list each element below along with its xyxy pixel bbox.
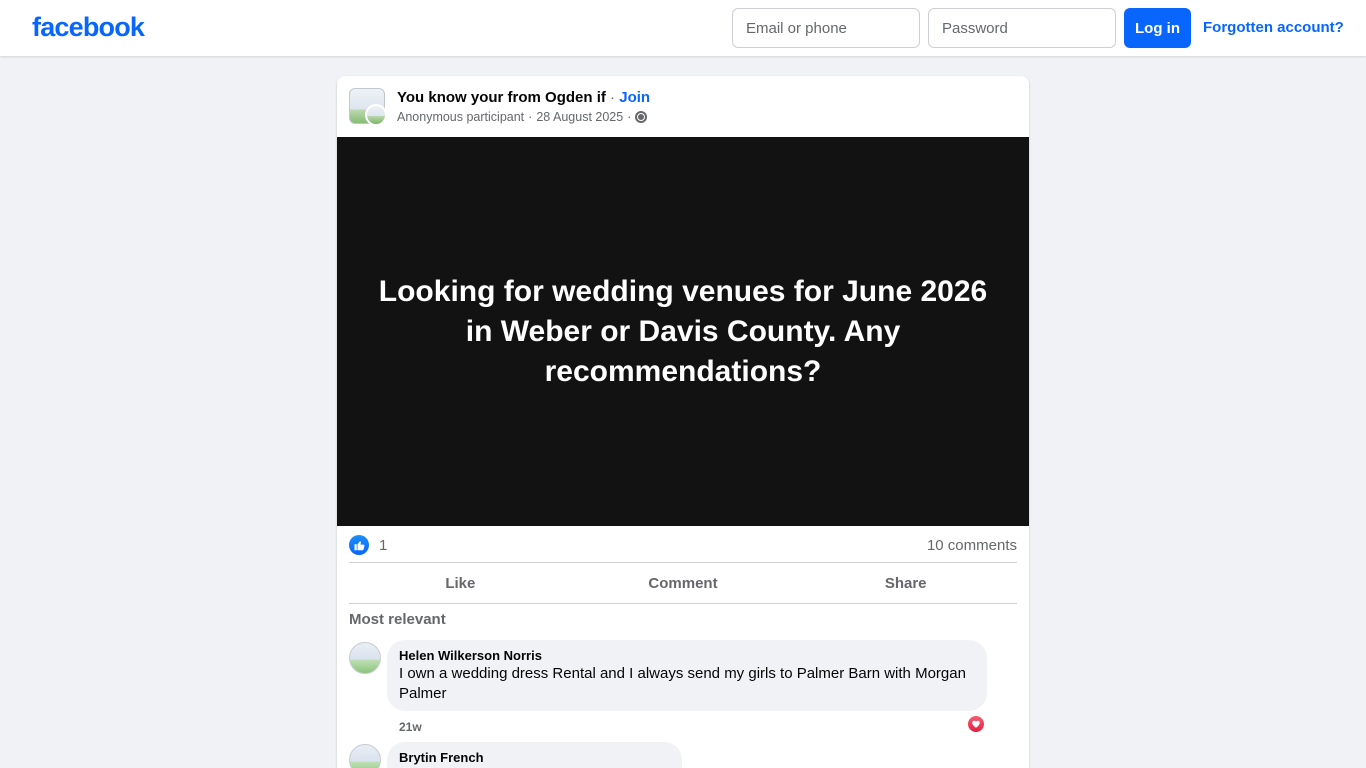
reaction-summary[interactable]: 1 xyxy=(349,535,387,555)
comment-bubble: Brytin French xyxy=(387,742,682,768)
login-button[interactable]: Log in xyxy=(1124,8,1191,48)
comment-sort-dropdown[interactable]: Most relevant xyxy=(349,611,446,628)
post-action-bar: Like Comment Share xyxy=(349,562,1017,604)
facebook-logo[interactable]: facebook xyxy=(32,12,145,43)
commenter-avatar[interactable] xyxy=(349,744,381,768)
post-body: Looking for wedding venues for June 2026… xyxy=(378,274,988,388)
meta-separator: · xyxy=(627,110,632,124)
post-date[interactable]: 28 August 2025 xyxy=(536,110,623,124)
post-text-background: Looking for wedding venues for June 2026… xyxy=(337,137,1029,526)
author-avatar-badge xyxy=(365,104,387,126)
like-button[interactable]: Like xyxy=(349,563,572,603)
share-button[interactable]: Share xyxy=(794,563,1017,603)
comment-bubble: Helen Wilkerson Norris I own a wedding d… xyxy=(387,640,987,711)
comment-item: Brytin French xyxy=(349,742,1017,768)
forgotten-account-link[interactable]: Forgotten account? xyxy=(1203,19,1344,36)
comment-item: Helen Wilkerson Norris I own a wedding d… xyxy=(349,640,1017,740)
reaction-count: 1 xyxy=(379,536,388,554)
comment-button[interactable]: Comment xyxy=(572,563,795,603)
password-input[interactable] xyxy=(928,8,1116,48)
commenter-avatar[interactable] xyxy=(349,642,381,674)
comment-author[interactable]: Helen Wilkerson Norris xyxy=(399,648,975,664)
comment-text: I own a wedding dress Rental and I alway… xyxy=(399,665,966,702)
group-avatar[interactable] xyxy=(349,88,387,126)
post-author: Anonymous participant xyxy=(397,110,525,124)
heart-icon xyxy=(967,715,985,733)
title-separator: · xyxy=(605,89,620,106)
comment-count[interactable]: 10 comments xyxy=(927,537,1017,554)
comment-timestamp[interactable]: 21w xyxy=(399,720,422,734)
globe-icon xyxy=(635,111,648,123)
post-meta: Anonymous participant · 28 August 2025 · xyxy=(397,110,648,124)
comment-author[interactable]: Brytin French xyxy=(399,750,670,766)
top-navigation: facebook Log in Forgotten account? xyxy=(0,0,1366,56)
post-title: You know your from Ogden if · Join xyxy=(397,89,650,106)
meta-separator: · xyxy=(528,110,533,124)
post-card: You know your from Ogden if · Join Anony… xyxy=(337,76,1029,768)
group-name-link[interactable]: You know your from Ogden if xyxy=(397,89,606,106)
email-input[interactable] xyxy=(732,8,920,48)
like-reaction-icon xyxy=(349,535,369,555)
join-group-link[interactable]: Join xyxy=(619,89,650,106)
